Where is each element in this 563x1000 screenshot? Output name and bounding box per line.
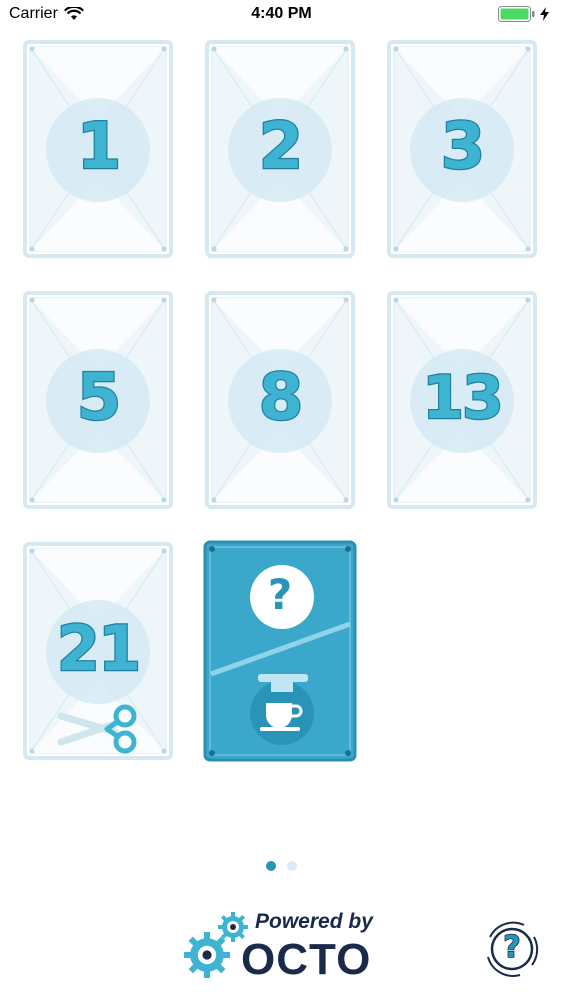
page-dot-active[interactable] [266, 861, 276, 871]
powered-by-logo: Powered by OCTO [183, 908, 383, 984]
scissors-icon [57, 704, 137, 754]
battery-icon [498, 6, 535, 22]
card-2[interactable]: 2 [205, 40, 355, 258]
app-screen: Carrier 4:40 PM 1 2 3 5 8 13 21 ? Powere… [0, 0, 563, 1000]
card-3[interactable]: 3 [387, 40, 537, 258]
charging-bolt-icon [540, 7, 549, 21]
help-button[interactable]: ? [480, 917, 544, 981]
coffee-cup-icon [260, 703, 303, 731]
status-bar: Carrier 4:40 PM [0, 0, 563, 30]
card-value: 3 [439, 109, 486, 186]
card-value: 13 [421, 362, 505, 435]
card-1[interactable]: 1 [23, 40, 173, 258]
card-value: 2 [257, 109, 304, 186]
help-symbol: ? [503, 929, 522, 966]
card-8[interactable]: 8 [205, 291, 355, 509]
powered-by-label: Powered by [255, 910, 373, 933]
card-value: 8 [257, 360, 304, 437]
status-time: 4:40 PM [251, 5, 312, 22]
card-13[interactable]: 13 [387, 291, 537, 509]
question-symbol: ? [267, 570, 293, 619]
card-value: 1 [75, 109, 122, 186]
brand-name: OCTO [241, 935, 372, 984]
page-indicator[interactable] [0, 861, 563, 871]
card-value: 21 [56, 611, 143, 687]
card-5[interactable]: 5 [23, 291, 173, 509]
card-21[interactable]: 21 [23, 542, 173, 760]
card-value: 5 [75, 360, 122, 437]
large-gear-icon [184, 932, 230, 978]
card-unknown-coffee[interactable]: ? [203, 540, 357, 762]
battery [498, 6, 549, 22]
page-dot[interactable] [287, 861, 297, 871]
